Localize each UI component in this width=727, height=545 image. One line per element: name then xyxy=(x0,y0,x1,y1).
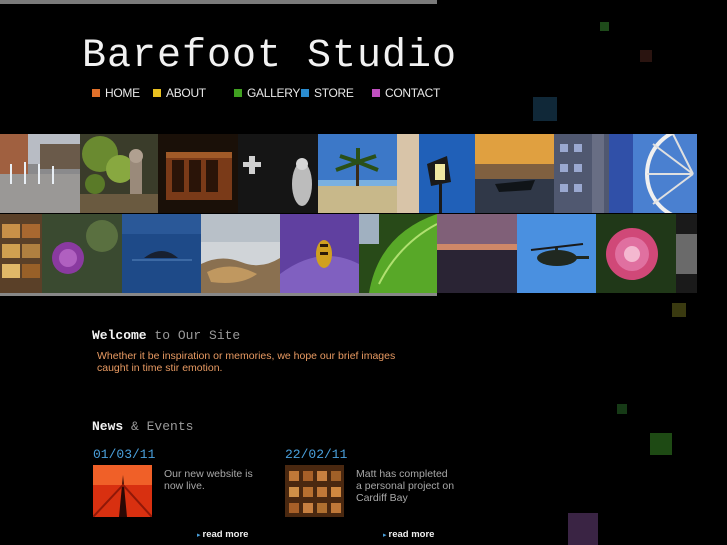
gallery-photo[interactable] xyxy=(158,134,238,213)
nav-contact-label: CONTACT xyxy=(385,86,441,100)
gallery-photo[interactable] xyxy=(437,214,517,293)
welcome-heading-bold: Welcome xyxy=(92,328,147,343)
nav-store-label: STORE xyxy=(314,86,354,100)
gallery-photo[interactable] xyxy=(0,134,80,213)
nav-gallery-label: GALLERY xyxy=(247,86,301,100)
gallery-photo[interactable] xyxy=(596,214,676,293)
gallery-photo[interactable] xyxy=(633,134,697,213)
news-date: 01/03/11 xyxy=(93,447,156,462)
gallery-photo[interactable] xyxy=(80,134,158,213)
nav-marker-icon xyxy=(153,89,161,97)
nav-marker-icon xyxy=(372,89,380,97)
news-thumbnail[interactable] xyxy=(285,465,344,517)
gallery-photo[interactable] xyxy=(42,214,122,293)
nav-contact[interactable]: CONTACT xyxy=(372,86,440,100)
gallery-photo[interactable] xyxy=(0,214,42,293)
news-item: 01/03/11 Our new website is now live. ▸ … xyxy=(93,447,273,545)
news-item: 22/02/11 Matt has completed a personal p… xyxy=(285,447,465,545)
gallery-photo[interactable] xyxy=(517,214,596,293)
decor-square xyxy=(568,513,598,545)
read-more-link[interactable]: ▸ read more xyxy=(383,529,434,540)
gallery-photo[interactable] xyxy=(554,134,633,213)
news-heading-bold: News xyxy=(92,419,124,434)
arrow-right-icon: ▸ xyxy=(383,531,387,539)
news-thumbnail[interactable] xyxy=(93,465,152,517)
gallery-photo[interactable] xyxy=(397,134,475,213)
welcome-heading-rest: to Our Site xyxy=(146,328,241,343)
decor-square xyxy=(640,50,652,62)
decor-square xyxy=(600,22,609,31)
gallery-photo[interactable] xyxy=(238,134,318,213)
read-more-link[interactable]: ▸ read more xyxy=(197,529,248,540)
top-accent-bar xyxy=(0,0,437,4)
welcome-heading: Welcome to Our Site xyxy=(92,328,240,343)
nav-home[interactable]: HOME xyxy=(92,86,140,100)
news-text: Matt has completed a personal project on… xyxy=(356,468,455,504)
news-heading: News & Events xyxy=(92,419,193,434)
gallery-photo[interactable] xyxy=(201,214,280,293)
nav-marker-icon xyxy=(301,89,309,97)
welcome-text: Whether it be inspiration or memories, w… xyxy=(97,350,396,374)
gallery-photo[interactable] xyxy=(318,134,397,213)
gallery-photo[interactable] xyxy=(475,134,554,213)
site-logo[interactable]: Barefoot Studio xyxy=(82,34,457,79)
nav-marker-icon xyxy=(234,89,242,97)
decor-square xyxy=(533,97,557,121)
mosaic-underline xyxy=(0,293,437,296)
decor-square xyxy=(672,303,686,317)
gallery-photo[interactable] xyxy=(280,214,359,293)
gallery-photo[interactable] xyxy=(122,214,201,293)
nav-marker-icon xyxy=(92,89,100,97)
news-text: Our new website is now live. xyxy=(164,468,253,492)
nav-gallery[interactable]: GALLERY xyxy=(234,86,300,100)
nav-store[interactable]: STORE xyxy=(301,86,354,100)
nav-about-label: ABOUT xyxy=(166,86,206,100)
gallery-photo[interactable] xyxy=(676,214,697,293)
main-nav: HOME ABOUT GALLERY STORE CONTACT xyxy=(0,86,727,100)
news-heading-rest: & Events xyxy=(123,419,194,434)
photo-mosaic xyxy=(0,134,697,294)
arrow-right-icon: ▸ xyxy=(197,531,201,539)
news-date: 22/02/11 xyxy=(285,447,348,462)
decor-square xyxy=(650,433,672,455)
read-more-label: read more xyxy=(388,529,435,540)
nav-about[interactable]: ABOUT xyxy=(153,86,206,100)
gallery-photo[interactable] xyxy=(359,214,437,293)
decor-square xyxy=(617,404,627,414)
read-more-label: read more xyxy=(202,529,249,540)
nav-home-label: HOME xyxy=(105,86,140,100)
